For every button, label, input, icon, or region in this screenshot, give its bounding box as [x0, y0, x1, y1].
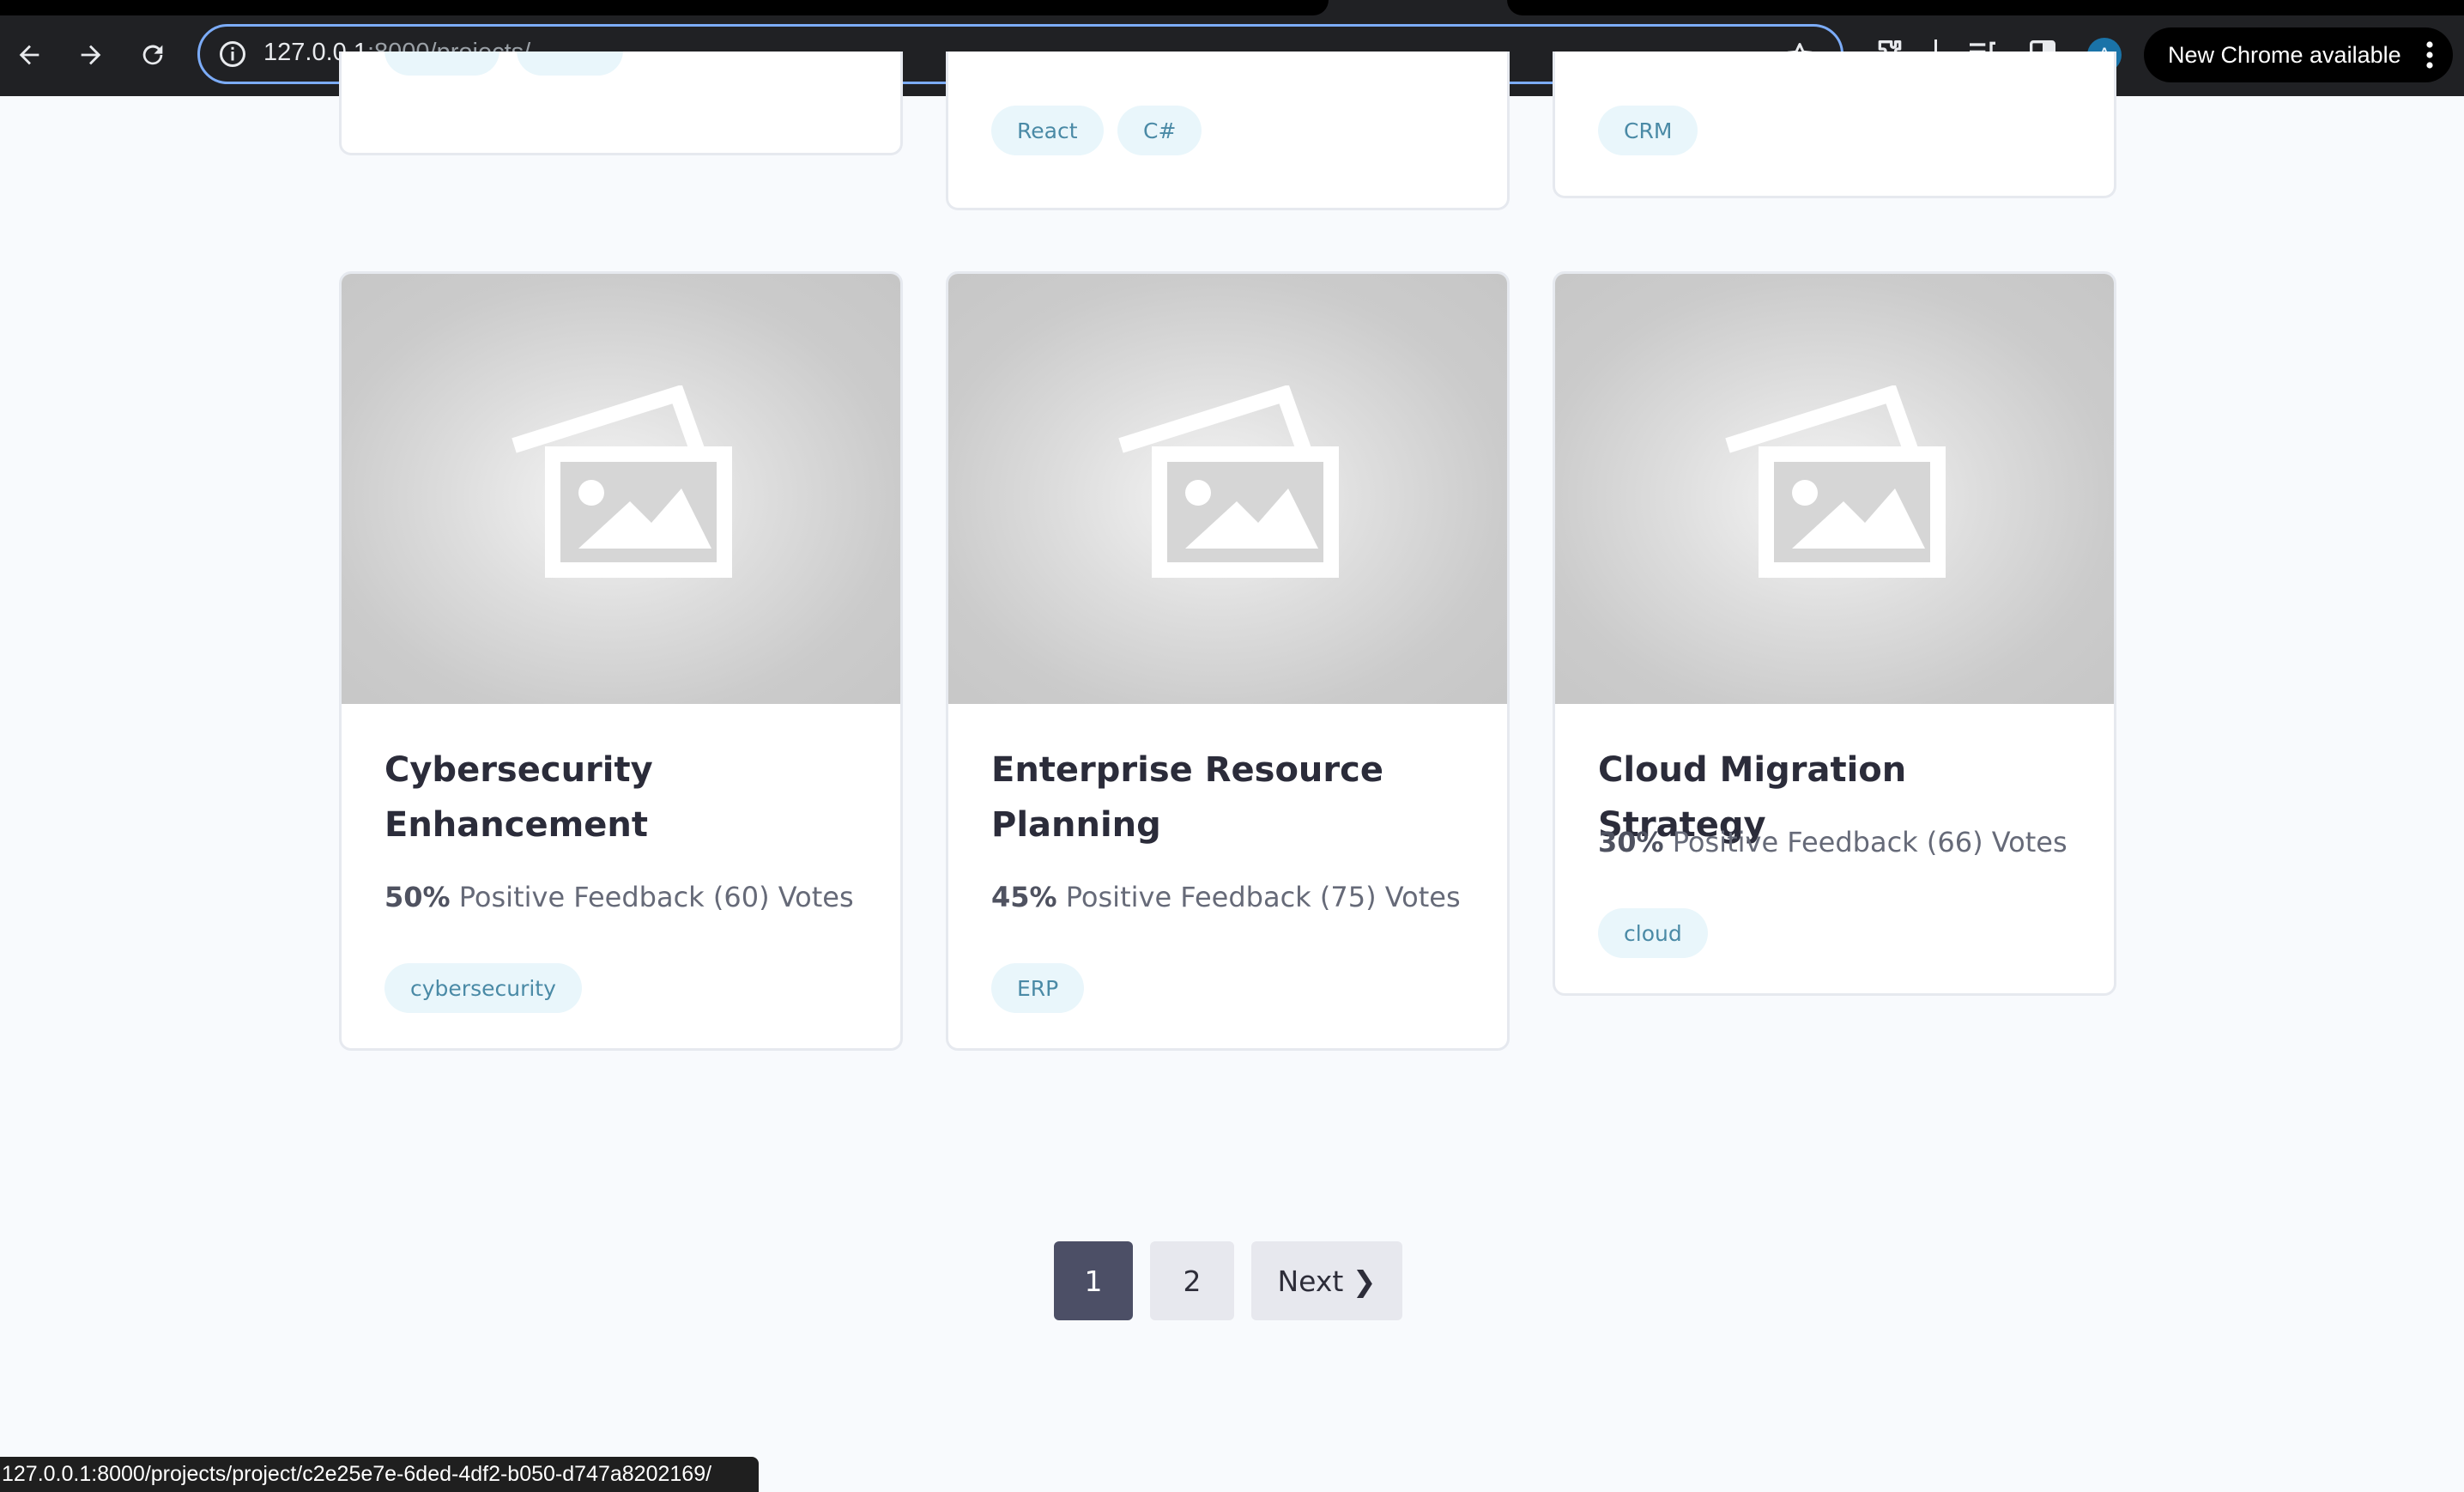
more-menu-icon[interactable]: [2425, 39, 2434, 70]
feedback-summary: 50% Positive Feedback (60) Votes: [384, 881, 854, 913]
project-thumbnail[interactable]: [342, 274, 900, 704]
tag-chip[interactable]: C#: [1117, 106, 1202, 155]
project-title[interactable]: Enterprise Resource Planning: [991, 743, 1472, 852]
page-button[interactable]: 2: [1150, 1241, 1234, 1320]
feedback-summary: 30% Positive Feedback (66) Votes: [1598, 826, 2067, 858]
tag-chip-clipped[interactable]: [517, 52, 623, 76]
project-card[interactable]: Cybersecurity Enhancement 50% Positive F…: [339, 271, 903, 1051]
tag-chip[interactable]: React: [991, 106, 1104, 155]
next-page-button[interactable]: Next ❯: [1251, 1241, 1402, 1320]
page-button-current[interactable]: 1: [1054, 1241, 1133, 1320]
site-info-icon[interactable]: [217, 39, 248, 70]
feedback-text: Positive Feedback (60) Votes: [458, 881, 854, 913]
tag-chip[interactable]: cloud: [1598, 908, 1708, 958]
project-card[interactable]: Enterprise Resource Planning 45% Positiv…: [946, 271, 1510, 1051]
arrow-right-icon: [81, 45, 101, 65]
project-card-partial[interactable]: [339, 52, 903, 155]
feedback-percent: 30%: [1598, 826, 1664, 858]
arrow-left-icon: [19, 45, 39, 65]
browser-tab[interactable]: [1507, 0, 2464, 15]
browser-tab[interactable]: [0, 0, 1329, 15]
project-card[interactable]: Cloud Migration Strategy 30% Positive Fe…: [1553, 271, 2116, 996]
feedback-text: Positive Feedback (75) Votes: [1065, 881, 1461, 913]
image-placeholder-icon: [511, 385, 732, 578]
image-placeholder-icon: [1117, 385, 1339, 578]
feedback-text: Positive Feedback (66) Votes: [1672, 826, 2067, 858]
tab-strip: [0, 0, 2464, 15]
forward-button[interactable]: [69, 33, 113, 77]
tag-chip-clipped[interactable]: [384, 52, 499, 76]
project-thumbnail[interactable]: [948, 274, 1507, 704]
chrome-update-button[interactable]: New Chrome available: [2144, 27, 2453, 82]
link-status-bar: 127.0.0.1:8000/projects/project/c2e25e7e…: [0, 1457, 759, 1492]
reload-icon: [142, 45, 163, 65]
tag-chip[interactable]: cybersecurity: [384, 963, 582, 1013]
tag-chip[interactable]: CRM: [1598, 106, 1698, 155]
project-card-partial[interactable]: React C#: [946, 52, 1510, 210]
project-card-partial[interactable]: CRM: [1553, 52, 2116, 198]
back-button[interactable]: [7, 33, 51, 77]
feedback-percent: 50%: [384, 881, 451, 913]
tag-chip[interactable]: ERP: [991, 963, 1085, 1013]
feedback-summary: 45% Positive Feedback (75) Votes: [991, 881, 1461, 913]
update-button-label: New Chrome available: [2168, 41, 2401, 68]
image-placeholder-icon: [1724, 385, 1946, 578]
project-title[interactable]: Cybersecurity Enhancement: [384, 743, 865, 852]
reload-button[interactable]: [130, 33, 175, 77]
feedback-percent: 45%: [991, 881, 1057, 913]
project-thumbnail[interactable]: [1555, 274, 2114, 704]
